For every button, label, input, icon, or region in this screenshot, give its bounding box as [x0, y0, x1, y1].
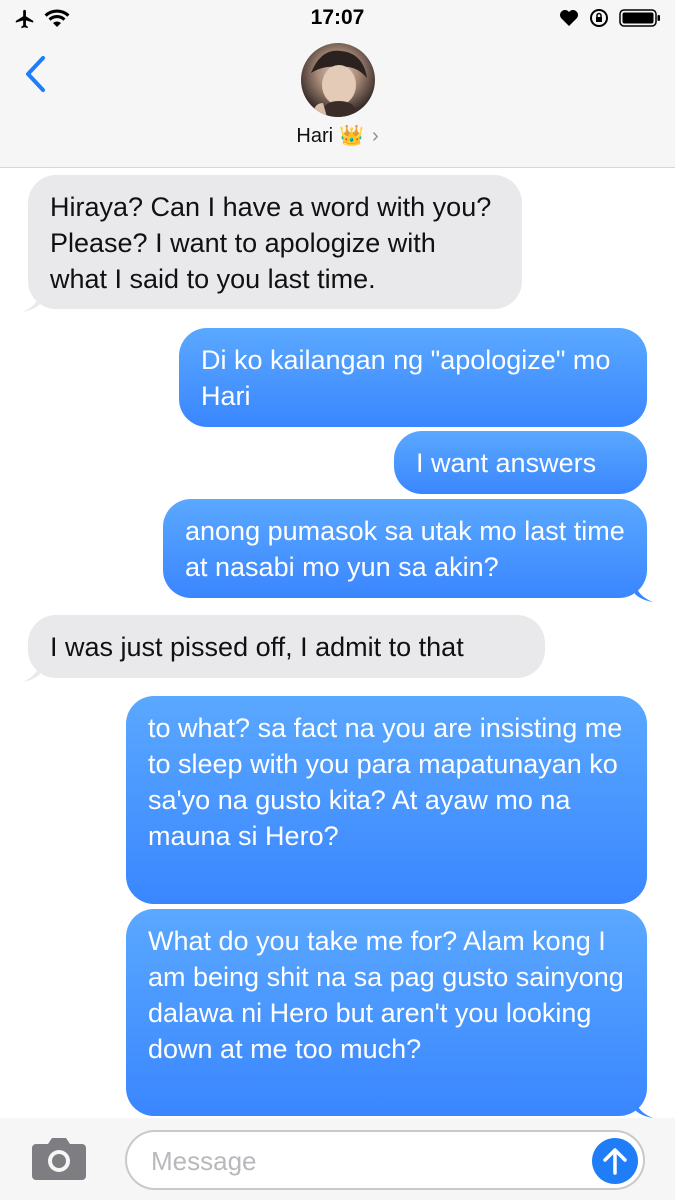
message-input-container[interactable] — [125, 1130, 645, 1190]
crown-emoji: 👑 — [339, 125, 364, 147]
message-bubble-incoming[interactable]: I was just pissed off, I admit to that — [28, 615, 545, 678]
message-bubble-outgoing[interactable]: anong pumasok sa utak mo last time at na… — [163, 499, 647, 598]
compose-bar — [0, 1118, 675, 1200]
rotation-lock-icon — [589, 8, 609, 33]
contact-info-button[interactable]: Hari 👑 › — [0, 120, 675, 152]
message-text: I want answers — [416, 448, 597, 478]
message-text: Hiraya? Can I have a word with you? Plea… — [50, 192, 492, 294]
status-bar: 17:07 — [0, 0, 675, 38]
contact-name: Hari — [296, 124, 334, 147]
conversation-header: 17:07 Hari 👑 › — [0, 0, 675, 168]
camera-icon — [32, 1138, 86, 1180]
chevron-right-icon: › — [371, 124, 379, 147]
message-text: Di ko kailangan ng "apologize" mo Hari — [201, 345, 611, 411]
message-bubble-outgoing[interactable]: to what? sa fact na you are insisting me… — [126, 696, 647, 904]
arrow-up-icon — [603, 1148, 627, 1175]
bubble-tail — [635, 582, 653, 602]
chevron-left-icon — [26, 56, 45, 92]
bubble-tail — [635, 1098, 653, 1118]
message-thread: Hiraya? Can I have a word with you? Plea… — [0, 168, 675, 1118]
send-button[interactable] — [592, 1138, 638, 1184]
avatar-photo — [311, 50, 367, 117]
message-text: anong pumasok sa utak mo last time at na… — [185, 516, 625, 582]
message-text: I was just pissed off, I admit to that — [50, 632, 464, 662]
camera-button[interactable] — [30, 1134, 88, 1182]
contact-avatar[interactable] — [301, 43, 375, 117]
bubble-tail — [22, 662, 40, 682]
message-bubble-outgoing[interactable]: Di ko kailangan ng "apologize" mo Hari — [179, 328, 647, 427]
message-bubble-outgoing[interactable]: I want answers — [394, 431, 647, 494]
message-text: What do you take me for? Alam kong I am … — [148, 926, 624, 1064]
back-button[interactable] — [18, 52, 52, 96]
message-bubble-outgoing[interactable]: What do you take me for? Alam kong I am … — [126, 909, 647, 1116]
message-bubble-incoming[interactable]: Hiraya? Can I have a word with you? Plea… — [28, 175, 522, 309]
heart-icon — [559, 9, 579, 32]
battery-icon — [619, 8, 661, 33]
message-text: to what? sa fact na you are insisting me… — [148, 713, 623, 851]
message-input[interactable] — [149, 1142, 583, 1180]
bubble-tail — [22, 292, 40, 312]
